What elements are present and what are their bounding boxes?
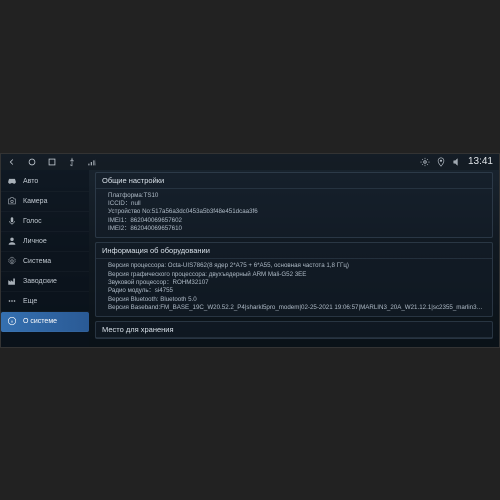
settings-icon[interactable] xyxy=(420,157,430,167)
volume-icon[interactable] xyxy=(452,157,462,167)
android-head-unit: 13:41 Авто Камера Голос Личное Сист xyxy=(0,153,500,348)
section-title: Место для хранения xyxy=(96,322,492,338)
back-icon[interactable] xyxy=(7,157,17,167)
usb-icon xyxy=(67,157,77,167)
sidebar-item-voice[interactable]: Голос xyxy=(1,212,89,232)
section-title: Общие настройки xyxy=(96,173,492,189)
gear-icon xyxy=(7,256,17,266)
car-icon xyxy=(7,176,17,186)
info-icon xyxy=(7,316,17,326)
person-icon xyxy=(7,236,17,246)
location-icon xyxy=(436,157,446,167)
sidebar-item-personal[interactable]: Личное xyxy=(1,232,89,252)
sidebar-item-label: Камера xyxy=(23,198,47,205)
sidebar-item-label: О системе xyxy=(23,318,57,325)
device-number-value: Устройство No:517a56a3dc0453a5b3f48e451d… xyxy=(108,208,486,216)
sidebar-item-about[interactable]: О системе xyxy=(1,312,89,332)
sidebar-item-auto[interactable]: Авто xyxy=(1,172,89,192)
bluetooth-value: Версия Bluetooth: Bluetooth 5.0 xyxy=(108,296,486,304)
section-body: Версия процессора: Octa-UIS7862(8 ядер 2… xyxy=(96,259,492,316)
sidebar-item-label: Еще xyxy=(23,298,37,305)
recent-apps-icon[interactable] xyxy=(47,157,57,167)
radio-value: Радио модуль：si4755 xyxy=(108,287,486,295)
sidebar-item-label: Личное xyxy=(23,238,47,245)
home-icon[interactable] xyxy=(27,157,37,167)
section-hardware[interactable]: Информация об оборудовании Версия процес… xyxy=(95,242,493,317)
audio-value: Звуковой процессор：ROHM32107 xyxy=(108,279,486,287)
sidebar-item-label: Голос xyxy=(23,218,42,225)
mic-icon xyxy=(7,216,17,226)
section-title: Информация об оборудовании xyxy=(96,243,492,259)
imei1-value: IMEI1：862040069657602 xyxy=(108,217,486,225)
sidebar-item-factory[interactable]: Заводские xyxy=(1,272,89,292)
cpu-value: Версия процессора: Octa-UIS7862(8 ядер 2… xyxy=(108,262,486,270)
sidebar-item-label: Авто xyxy=(23,178,38,185)
main-area: Авто Камера Голос Личное Система Заводск… xyxy=(1,170,499,347)
section-general[interactable]: Общие настройки Платформа:TS10 ICCID：nul… xyxy=(95,172,493,239)
baseband-value: Версия Baseband:FM_BASE_19C_W20.52.2_P4|… xyxy=(108,304,486,312)
sidebar-item-label: Система xyxy=(23,258,51,265)
content-panel: Общие настройки Платформа:TS10 ICCID：nul… xyxy=(89,170,499,347)
status-bar: 13:41 xyxy=(1,154,499,170)
factory-icon xyxy=(7,276,17,286)
clock: 13:41 xyxy=(468,156,493,167)
sidebar-item-more[interactable]: Еще xyxy=(1,292,89,312)
settings-sidebar: Авто Камера Голос Личное Система Заводск… xyxy=(1,170,89,347)
more-icon xyxy=(7,296,17,306)
gpu-value: Версия графического процессора: двухъяде… xyxy=(108,271,486,279)
sidebar-item-system[interactable]: Система xyxy=(1,252,89,272)
section-storage[interactable]: Место для хранения xyxy=(95,321,493,339)
platform-value: Платформа:TS10 xyxy=(108,192,486,200)
sidebar-item-camera[interactable]: Камера xyxy=(1,192,89,212)
camera-icon xyxy=(7,196,17,206)
imei2-value: IMEI2：862040069657610 xyxy=(108,225,486,233)
iccid-value: ICCID：null xyxy=(108,200,486,208)
signal-icon xyxy=(87,157,97,167)
sidebar-item-label: Заводские xyxy=(23,278,57,285)
section-body: Платформа:TS10 ICCID：null Устройство No:… xyxy=(96,189,492,238)
